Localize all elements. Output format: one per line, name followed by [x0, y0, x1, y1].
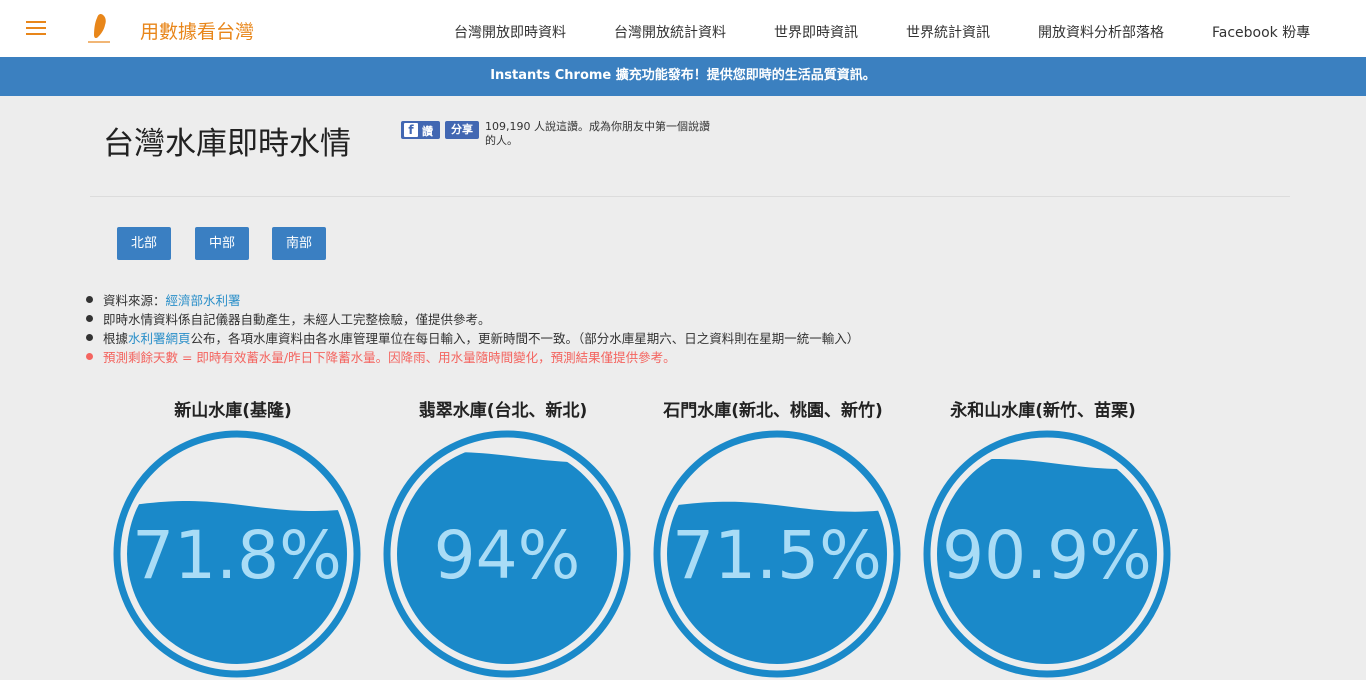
note-publish-suffix: 公布，各項水庫資料由各水庫管理單位在每日輸入，更新時間不一致。（部分水庫星期六、… — [190, 331, 860, 346]
note-auto-text: 即時水情資料係自記儀器自動產生，未經人工完整檢驗，僅提供參考。 — [103, 312, 491, 327]
info-notes: 資料來源：經濟部水利署 即時水情資料係自記儀器自動產生，未經人工完整檢驗，僅提供… — [86, 291, 859, 367]
bullet-icon — [86, 334, 93, 341]
facebook-like-button[interactable]: f 讚 — [401, 121, 440, 139]
source-link[interactable]: 經濟部水利署 — [166, 293, 241, 308]
note-forecast: 預測剩餘天數 = 即時有效蓄水量/昨日下降蓄水量。因降雨、用水量隨時間變化，預測… — [86, 348, 859, 367]
region-north-button[interactable]: 北部 — [117, 227, 171, 260]
fill-percent-label: 90.9% — [942, 517, 1152, 594]
site-brand[interactable]: 用數據看台灣 — [140, 17, 254, 44]
note-forecast-text: 預測剩餘天數 = 即時有效蓄水量/昨日下降蓄水量。因降雨、用水量隨時間變化，預測… — [103, 350, 676, 365]
note-publish: 根據水利署網頁公布，各項水庫資料由各水庫管理單位在每日輸入，更新時間不一致。（部… — [86, 329, 859, 348]
facebook-like-count: 109,190 人說這讚。成為你朋友中第一個說讚的人。 — [485, 120, 710, 147]
reservoir-gauge: 90.9% — [923, 430, 1171, 678]
nav-blog[interactable]: 開放資料分析部落格 — [1038, 22, 1164, 42]
reservoir-name: 翡翠水庫(台北、新北) — [418, 401, 588, 421]
nav-taiwan-realtime[interactable]: 台灣開放即時資料 — [454, 22, 566, 42]
announcement-banner[interactable]: Instants Chrome 擴充功能發布！提供您即時的生活品質資訊。 — [0, 57, 1366, 96]
nav-world-realtime[interactable]: 世界即時資訊 — [774, 22, 858, 42]
page-title: 台灣水庫即時水情 — [103, 126, 351, 162]
wra-webpage-link[interactable]: 水利署網頁 — [128, 331, 191, 346]
bullet-icon — [86, 296, 93, 303]
note-auto: 即時水情資料係自記儀器自動產生，未經人工完整檢驗，僅提供參考。 — [86, 310, 859, 329]
reservoir-name: 新山水庫(基隆) — [174, 401, 292, 421]
region-central-button[interactable]: 中部 — [195, 227, 249, 260]
facebook-like-label: 讚 — [422, 125, 433, 138]
facebook-icon: f — [404, 123, 418, 137]
fill-percent-label: 71.5% — [672, 517, 882, 594]
region-south-button[interactable]: 南部 — [272, 227, 326, 260]
nav-taiwan-stats[interactable]: 台灣開放統計資料 — [614, 22, 726, 42]
fill-percent-label: 71.8% — [132, 517, 342, 594]
nav-facebook-page[interactable]: Facebook 粉專 — [1212, 22, 1310, 42]
bullet-icon — [86, 315, 93, 322]
divider — [90, 196, 1290, 197]
fill-percent-label: 94% — [434, 517, 581, 594]
taiwan-logo-icon[interactable] — [86, 12, 112, 46]
note-publish-prefix: 根據 — [103, 331, 129, 346]
note-source-label: 資料來源： — [103, 293, 166, 308]
reservoir-name: 永和山水庫(新竹、苗栗) — [950, 401, 1136, 421]
nav-world-stats[interactable]: 世界統計資訊 — [906, 22, 990, 42]
facebook-share-button[interactable]: 分享 — [445, 121, 479, 139]
note-source: 資料來源：經濟部水利署 — [86, 291, 859, 310]
bullet-icon — [86, 353, 93, 360]
top-navbar: 用數據看台灣 台灣開放即時資料 台灣開放統計資料 世界即時資訊 世界統計資訊 開… — [0, 0, 1366, 57]
reservoir-gauge: 71.5% — [653, 430, 901, 678]
reservoir-gauge: 71.8% — [113, 430, 361, 678]
menu-icon[interactable] — [26, 21, 46, 37]
reservoir-name: 石門水庫(新北、桃園、新竹) — [663, 401, 883, 421]
reservoir-gauge: 94% — [383, 430, 631, 678]
